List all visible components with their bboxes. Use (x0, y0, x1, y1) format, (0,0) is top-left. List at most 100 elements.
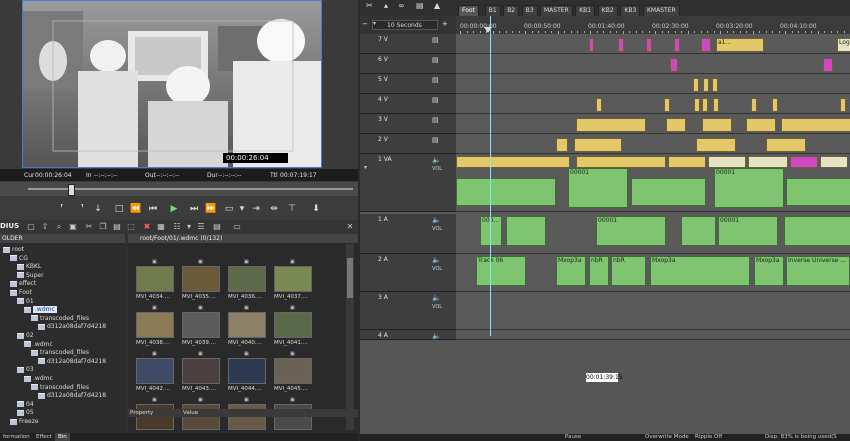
new-folder-icon[interactable]: ▣ (68, 222, 78, 232)
clip-thumbnail[interactable] (228, 358, 266, 384)
sort-icon[interactable]: ☰ (196, 222, 206, 232)
timeline-clip[interactable] (664, 98, 670, 112)
track-lane[interactable] (456, 74, 850, 94)
track-lane[interactable]: Track 06 Mxop3a nbR nbR Mxop3a Mxop3a Inverse … (456, 254, 850, 292)
track-lock-icon[interactable]: ▤ (432, 116, 439, 124)
clip-thumbnail[interactable] (136, 312, 174, 338)
track-header-3v[interactable]: 3 V ▤ (360, 114, 456, 134)
audio-waveform[interactable] (456, 178, 556, 206)
search-icon[interactable]: ⌕ (54, 222, 64, 232)
folder-tree-item[interactable]: d312a08daf7d4218 (38, 322, 106, 331)
timeline-clip[interactable] (712, 78, 718, 92)
time-ruler[interactable]: 00:00:00:00 00:00:50:00 00:01:40:00 00:02:3… (456, 16, 850, 35)
timeline-clip[interactable] (790, 156, 818, 168)
timeline-clip[interactable] (820, 156, 848, 168)
sequence-icon[interactable]: ⬚ (126, 222, 136, 232)
folder-tree-item[interactable]: Freeze (10, 417, 39, 426)
timeline-clip[interactable]: a1... (716, 38, 764, 52)
audio-clip[interactable]: Mxop3a (754, 256, 784, 286)
clip-thumbnail[interactable] (136, 404, 174, 430)
zoom-out-icon[interactable]: − (362, 20, 368, 28)
clip-thumbnail[interactable] (182, 312, 220, 338)
link-icon[interactable]: ∞ (398, 1, 405, 10)
track-header-1a[interactable]: 1 A 🔈 VOL (360, 214, 456, 254)
timeline-clip[interactable] (646, 38, 652, 52)
timeline-clip[interactable] (781, 118, 850, 132)
audio-waveform[interactable] (631, 178, 706, 206)
video-frame[interactable]: 00:00:26:04 (22, 0, 322, 168)
clip-thumbnail[interactable] (228, 404, 266, 430)
track-header-4a[interactable]: 4 A 🔈 (360, 330, 456, 340)
clip-thumbnail[interactable] (274, 266, 312, 292)
copy-icon[interactable]: ❐ (98, 222, 108, 232)
timeline-clip[interactable] (823, 58, 833, 72)
timeline-clip[interactable] (674, 38, 680, 52)
audio-clip[interactable]: nbR (611, 256, 646, 286)
timeline-clip[interactable] (751, 98, 757, 112)
timeline-clip[interactable] (576, 156, 666, 168)
track-lane[interactable] (456, 54, 850, 74)
audio-clip[interactable]: Mxop3a (650, 256, 750, 286)
clip-thumbnail[interactable] (274, 404, 312, 430)
audio-clip[interactable] (784, 216, 850, 246)
snap-icon[interactable]: ✂ (366, 1, 373, 10)
clip-thumbnail[interactable] (182, 404, 220, 430)
audio-clip[interactable]: 00001 (718, 216, 778, 246)
timeline-clip[interactable] (576, 118, 646, 132)
clear-icon[interactable]: ↓ (92, 203, 104, 215)
folder-icon[interactable]: ▢ (26, 222, 36, 232)
track-lane[interactable] (456, 114, 850, 134)
expand-icon[interactable]: ▴ (384, 1, 388, 10)
audio-clip[interactable] (506, 216, 546, 246)
timeline-clip[interactable] (668, 156, 706, 168)
dropdown-icon[interactable]: ▾ (236, 203, 248, 215)
scrub-handle[interactable] (68, 184, 75, 196)
timeline-clip[interactable] (766, 138, 806, 152)
timeline-clip[interactable] (670, 58, 678, 72)
timeline-clip[interactable] (702, 98, 708, 112)
track-lock-icon[interactable]: 🔈 (432, 332, 441, 340)
stop-icon[interactable]: □ (113, 203, 125, 215)
properties-icon[interactable]: ▦ (156, 222, 166, 232)
timeline-clip[interactable]: Logo... (837, 38, 850, 52)
folder-tree-item[interactable]: d312a08daf7d4218 (38, 357, 106, 366)
paste-icon[interactable]: ▤ (112, 222, 122, 232)
track-lock-icon[interactable]: ▤ (432, 56, 439, 64)
track-lane[interactable]: MVI...MVI... (456, 134, 850, 154)
timeline-clip[interactable] (703, 78, 709, 92)
track-lock-icon[interactable]: ▤ (432, 96, 439, 104)
up-folder-icon[interactable]: ⇧ (40, 222, 50, 232)
fast-forward-icon[interactable]: ⏩ (205, 203, 217, 215)
audio-clip[interactable]: Track 06 (476, 256, 526, 286)
audio-clip[interactable]: Inverse Universe ... (786, 256, 850, 286)
audio-clip[interactable]: 00001 (714, 168, 784, 208)
clip-thumbnail[interactable] (274, 312, 312, 338)
timeline-clip[interactable] (708, 156, 746, 168)
audio-clip[interactable]: 00001 (596, 216, 666, 246)
clip-thumbnail[interactable] (182, 266, 220, 292)
playhead-line[interactable] (490, 16, 491, 336)
step-back-icon[interactable]: ⏮ (147, 203, 159, 215)
storage-icon[interactable]: ▭ (232, 222, 242, 232)
track-header-1va[interactable]: 1 VA 🔈 VOL ▾ (360, 154, 456, 212)
mark-in-icon[interactable]: ⸢ (56, 203, 68, 215)
track-lane[interactable]: a1...Logo...Logo... (456, 34, 850, 54)
rewind-icon[interactable]: ⏪ (130, 203, 142, 215)
clip-thumbnail[interactable] (228, 266, 266, 292)
overwrite-icon[interactable]: ⇹ (268, 203, 280, 215)
timeline-clip[interactable] (713, 98, 719, 112)
play-icon[interactable]: ▶ (168, 203, 180, 215)
zoom-in-icon[interactable]: + (442, 20, 448, 28)
timeline-clip[interactable] (556, 138, 568, 152)
timeline-clip[interactable] (589, 38, 594, 52)
split-icon[interactable]: ⊤ (286, 203, 298, 215)
audio-clip[interactable] (681, 216, 716, 246)
clip-thumbnail[interactable] (228, 312, 266, 338)
timeline-clip[interactable] (702, 118, 732, 132)
track-lock-icon[interactable]: 🔈 (432, 294, 441, 302)
track-header-2a[interactable]: 2 A 🔈 VOL (360, 254, 456, 292)
mark-out-icon[interactable]: ⸣ (76, 203, 88, 215)
timeline-clip[interactable] (574, 138, 622, 152)
timeline-clip[interactable] (748, 156, 788, 168)
track-header-3a[interactable]: 3 A 🔈 VOL (360, 292, 456, 330)
